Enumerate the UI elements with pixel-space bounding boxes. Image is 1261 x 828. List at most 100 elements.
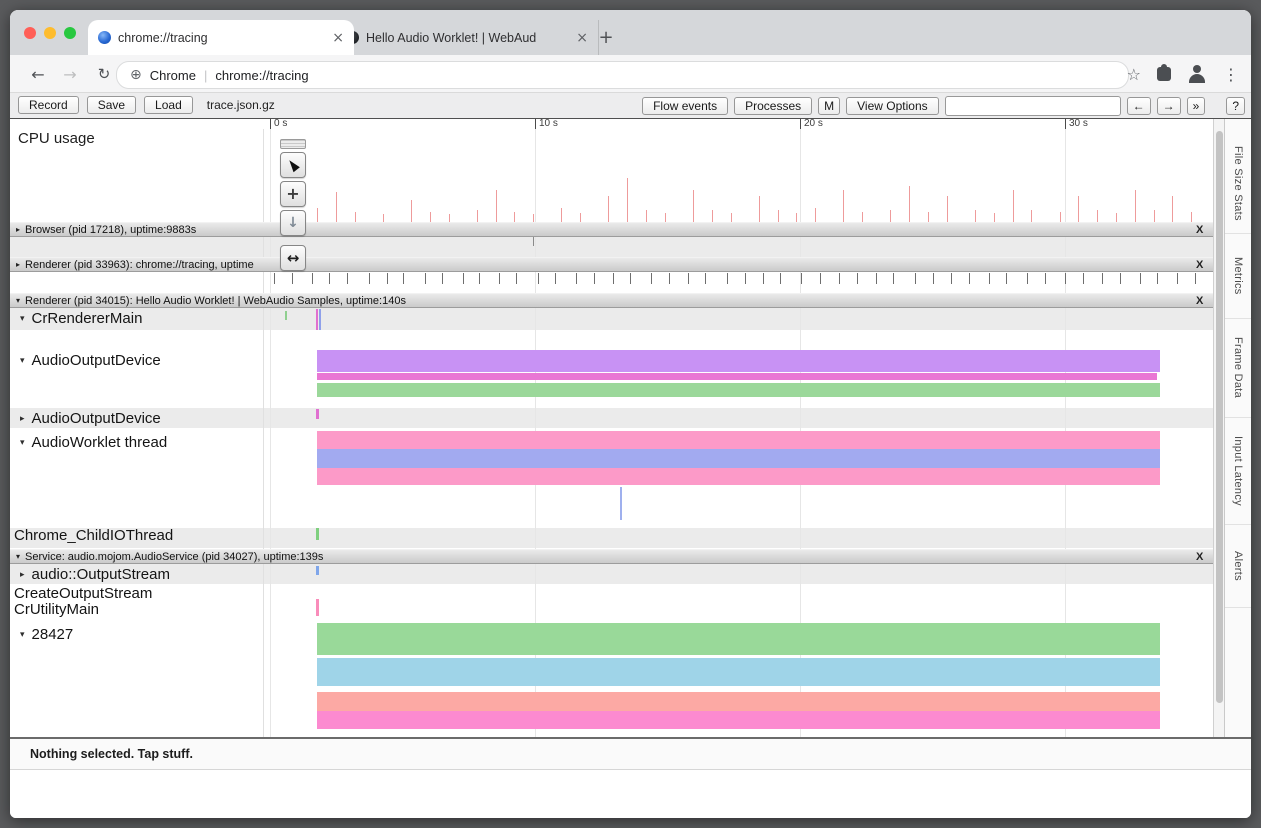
thread-label-audiooutputdevice-1[interactable]: ▾AudioOutputDevice	[20, 352, 161, 369]
trace-event-tick	[1065, 273, 1066, 284]
find-previous-button[interactable]: ←	[1127, 97, 1151, 115]
save-button[interactable]: Save	[87, 96, 136, 114]
process-close-button[interactable]: X	[1196, 295, 1203, 307]
trace-event-tick	[745, 273, 746, 284]
back-button[interactable]: ←	[26, 62, 50, 86]
cpu-usage-spike	[796, 213, 797, 222]
cpu-usage-spike	[1097, 210, 1098, 222]
close-window-button[interactable]	[24, 27, 36, 39]
address-bar[interactable]: ⊕ Chrome | chrome://tracing	[116, 61, 1129, 89]
trace-event-mark[interactable]	[316, 566, 319, 575]
trace-event-mark[interactable]	[620, 487, 622, 520]
collapse-arrow-icon[interactable]: ▾	[16, 552, 20, 561]
thread-label-childiothread[interactable]: Chrome_ChildIOThread	[14, 527, 173, 544]
trace-event-mark[interactable]	[319, 309, 321, 330]
trace-event-tick	[538, 273, 539, 284]
forward-button[interactable]: →	[58, 62, 82, 86]
tab-strip: chrome://tracing × Hello Audio Worklet! …	[10, 10, 1251, 55]
process-close-button[interactable]: X	[1196, 551, 1203, 563]
palette-drag-handle-icon[interactable]	[280, 139, 306, 149]
trace-event-mark[interactable]	[316, 528, 319, 540]
collapse-arrow-icon[interactable]: ▸	[20, 414, 25, 424]
collapse-arrow-icon[interactable]: ▾	[20, 630, 25, 640]
browser-menu-icon[interactable]: ⋮	[1223, 65, 1239, 84]
process-header-browser[interactable]: ▸ Browser (pid 17218), uptime:9883s X	[10, 222, 1213, 237]
audio-output-device-slice-purple[interactable]	[317, 350, 1160, 372]
audio-output-device-slice-green[interactable]	[317, 383, 1160, 397]
record-button[interactable]: Record	[18, 96, 79, 114]
tab-webaudio[interactable]: Hello Audio Worklet! | WebAud ×	[336, 20, 599, 55]
collapse-arrow-icon[interactable]: ▾	[20, 356, 25, 366]
tab-close-icon[interactable]: ×	[332, 30, 344, 46]
audio-service-slice-skyblue[interactable]	[317, 658, 1160, 686]
flow-events-button[interactable]: Flow events	[642, 97, 728, 115]
side-tab-alerts[interactable]: Alerts	[1225, 525, 1251, 608]
side-tab-frame-data[interactable]: Frame Data	[1225, 319, 1251, 418]
thread-label-createoutputstream[interactable]: CreateOutputStream	[14, 585, 152, 602]
collapse-arrow-icon[interactable]: ▾	[20, 438, 25, 448]
select-tool-button[interactable]	[280, 152, 306, 178]
side-tab-file-size-stats[interactable]: File Size Stats	[1225, 133, 1251, 234]
extension-icon[interactable]	[1157, 67, 1171, 81]
process-header-renderer-tracing[interactable]: ▸ Renderer (pid 33963): chrome://tracing…	[10, 257, 1213, 272]
find-input[interactable]	[945, 96, 1121, 116]
collapse-arrow-icon[interactable]: ▸	[16, 225, 20, 234]
minimize-window-button[interactable]	[44, 27, 56, 39]
process-close-button[interactable]: X	[1196, 259, 1203, 271]
thread-label-audiooutputdevice-2[interactable]: ▸AudioOutputDevice	[20, 410, 161, 427]
audio-output-device-slice-magenta[interactable]	[317, 373, 1157, 380]
bookmark-star-icon[interactable]: ☆	[1127, 65, 1141, 84]
timeline-scrollbar[interactable]	[1213, 117, 1224, 737]
timing-tool-button[interactable]: ↔	[280, 245, 306, 271]
view-options-button[interactable]: View Options	[846, 97, 938, 115]
toolbar-overflow-button[interactable]: »	[1187, 97, 1206, 115]
audio-service-slice-pink[interactable]	[317, 711, 1160, 729]
pan-tool-button[interactable]: +	[280, 181, 306, 207]
thread-name: CrUtilityMain	[14, 601, 99, 618]
fullscreen-window-button[interactable]	[64, 27, 76, 39]
process-header-audio-service[interactable]: ▾ Service: audio.mojom.AudioService (pid…	[10, 549, 1213, 564]
side-tab-metrics[interactable]: Metrics	[1225, 234, 1251, 319]
new-tab-button[interactable]: +	[594, 21, 618, 53]
audio-service-slice-green[interactable]	[317, 623, 1160, 655]
audio-service-slice-salmon[interactable]	[317, 692, 1160, 711]
trace-event-mark[interactable]	[316, 409, 319, 419]
zoom-tool-button[interactable]: ↓	[280, 210, 306, 236]
trace-event-mark[interactable]	[285, 311, 287, 320]
process-title: Renderer (pid 34015): Hello Audio Workle…	[25, 295, 406, 307]
audioworklet-slice-pink-bottom[interactable]	[317, 468, 1160, 485]
side-tab-input-latency[interactable]: Input Latency	[1225, 418, 1251, 525]
audioworklet-slice-periwinkle[interactable]	[317, 449, 1160, 468]
profile-avatar-icon[interactable]	[1187, 64, 1207, 84]
cpu-usage-spike	[862, 212, 863, 222]
thread-label-28427[interactable]: ▾28427	[20, 626, 73, 643]
page-info-icon[interactable]: ⊕	[130, 67, 142, 83]
trace-event-mark[interactable]	[316, 599, 319, 616]
processes-button[interactable]: Processes	[734, 97, 812, 115]
reload-button[interactable]: ↻	[92, 62, 116, 86]
trace-event-mark[interactable]	[533, 237, 534, 246]
audioworklet-slice-pink-top[interactable]	[317, 431, 1160, 449]
process-header-renderer-webaudio[interactable]: ▾ Renderer (pid 34015): Hello Audio Work…	[10, 293, 1213, 308]
tab-tracing[interactable]: chrome://tracing ×	[88, 20, 354, 55]
thread-label-audioworklet[interactable]: ▾AudioWorklet thread	[20, 434, 167, 451]
thread-label-crrenderermain[interactable]: ▾CrRendererMain	[20, 310, 142, 327]
process-close-button[interactable]: X	[1196, 224, 1203, 236]
trace-event-tick	[801, 273, 802, 284]
find-next-button[interactable]: →	[1157, 97, 1181, 115]
metrics-button[interactable]: M	[818, 97, 840, 115]
thread-label-crutilitymain[interactable]: CrUtilityMain	[14, 601, 99, 618]
tab-close-icon[interactable]: ×	[576, 30, 588, 46]
load-button[interactable]: Load	[144, 96, 193, 114]
help-button[interactable]: ?	[1226, 97, 1245, 115]
trace-event-mark[interactable]	[316, 309, 318, 330]
collapse-arrow-icon[interactable]: ▸	[16, 260, 20, 269]
collapse-arrow-icon[interactable]: ▸	[20, 570, 25, 580]
thread-label-outputstream[interactable]: ▸audio::OutputStream	[20, 566, 170, 583]
navigation-bar: ← → ↻ ⊕ Chrome | chrome://tracing ☆ ⋮	[10, 55, 1251, 93]
scrollbar-thumb[interactable]	[1216, 131, 1223, 703]
collapse-arrow-icon[interactable]: ▾	[16, 296, 20, 305]
cpu-usage-spike	[449, 214, 450, 222]
collapse-arrow-icon[interactable]: ▾	[20, 314, 25, 324]
trace-event-tick	[329, 273, 330, 284]
